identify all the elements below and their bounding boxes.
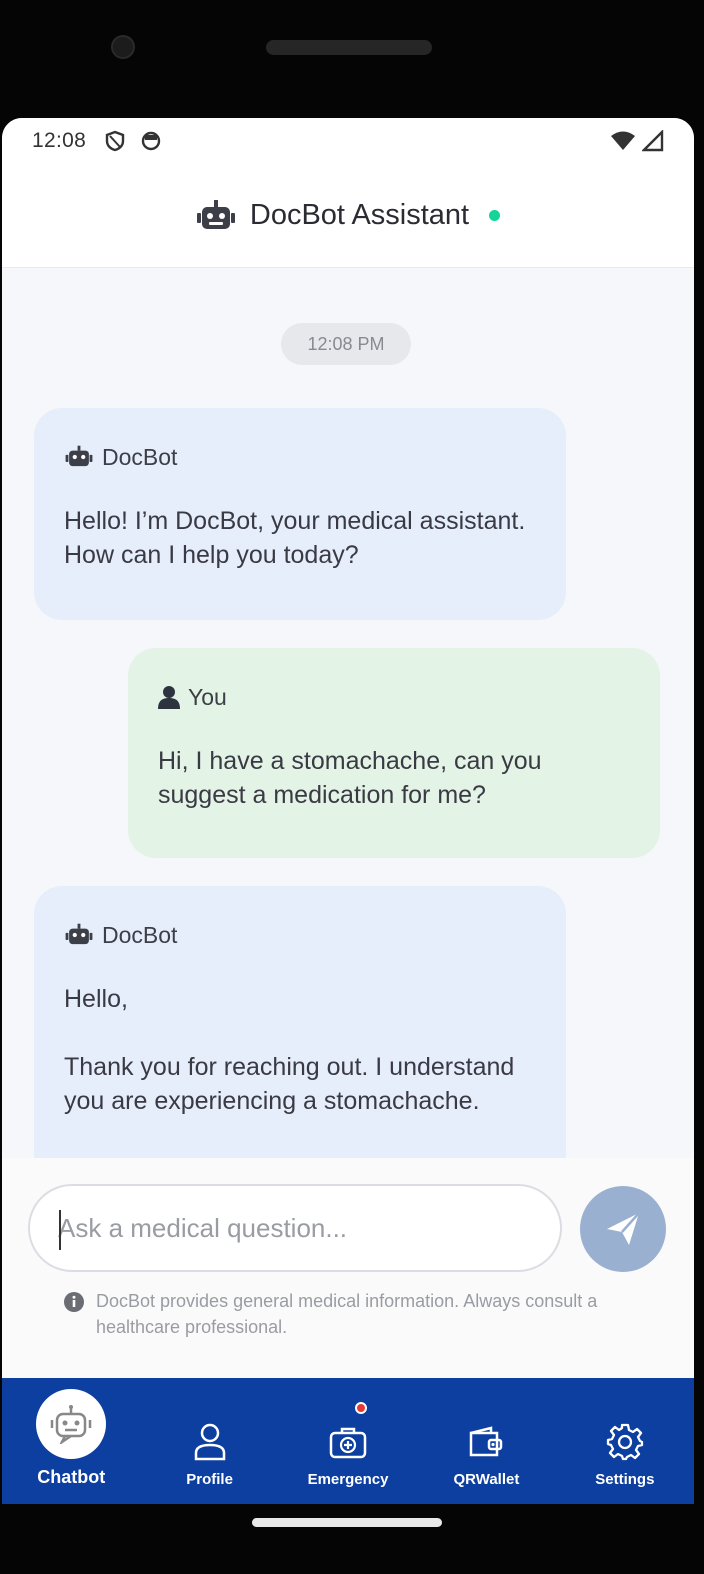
status-time: 12:08 [32,129,87,152]
disclaimer-text: DocBot provides general medical informat… [96,1291,598,1337]
sender-name: DocBot [102,444,178,470]
chat-area[interactable]: 12:08 PM DocBot Hello! I’m DocBot, your … [2,268,694,1158]
message-input[interactable] [58,1212,560,1244]
home-indicator[interactable] [252,1518,442,1527]
robot-icon [196,199,235,229]
text-caret [59,1210,61,1250]
message-text: Thank you for reaching out. I understand… [64,1053,515,1115]
status-bar: 12:08 [2,118,694,164]
sender-name: DocBot [102,922,178,948]
nav-item-qrwallet[interactable]: QRWallet [417,1378,555,1504]
nav-item-settings[interactable]: Settings [556,1378,694,1504]
message-text: Hello, [64,985,128,1013]
message-composer: DocBot provides general medical informat… [2,1158,694,1378]
nav-item-chatbot[interactable]: Chatbot [2,1378,140,1504]
message-sender: DocBot [64,440,536,474]
camera [111,35,135,59]
timestamp-pill: 12:08 PM [281,323,411,365]
info-icon [64,1292,84,1312]
send-icon [607,1212,640,1245]
robot-icon [65,923,93,945]
user-icon [158,686,180,709]
nav-label: QRWallet [453,1471,520,1488]
nav-label: Emergency [307,1471,389,1488]
user-icon [194,1423,225,1461]
app-header: DocBot Assistant [2,164,694,268]
robot-icon [65,445,93,467]
message-sender: DocBot [64,918,536,952]
disclaimer: DocBot provides general medical informat… [64,1288,624,1340]
bot-message: DocBot Hello! I’m DocBot, your medical a… [34,408,566,620]
message-text: Hello! I’m DocBot, your medical assistan… [64,507,526,569]
user-message: You Hi, I have a stomachache, can you su… [128,648,660,858]
sync-icon [141,131,161,151]
notification-badge [354,1402,367,1414]
send-button[interactable] [580,1186,666,1272]
signal-icon [642,130,664,152]
nav-item-profile[interactable]: Profile [140,1378,278,1504]
shield-icon [105,130,125,152]
online-status-dot [489,210,501,221]
message-sender: You [158,680,630,714]
nav-label: Chatbot [37,1467,106,1487]
nav-label: Settings [595,1471,655,1488]
medical-kit-icon [329,1427,367,1459]
nav-item-emergency[interactable]: Emergency [279,1378,417,1504]
message-text: Hi, I have a stomachache, can you sugges… [158,747,542,809]
bottom-navigation: Chatbot Profile Emergency QRWallet Setti… [2,1378,694,1504]
nav-label: Profile [186,1471,233,1488]
sender-name: You [188,684,227,710]
app-screen: 12:08 DocBot Assistant 12:08 PM DocBot H… [2,118,694,1504]
wifi-icon [611,131,635,150]
nav-active-indicator [36,1389,107,1459]
robot-icon [50,1405,92,1444]
page-title: DocBot Assistant [249,199,470,231]
message-input-container[interactable] [28,1184,562,1272]
gear-icon [606,1423,643,1461]
phone-frame: 12:08 DocBot Assistant 12:08 PM DocBot H… [0,0,704,1574]
speaker [266,40,432,55]
wallet-icon [470,1426,503,1457]
bot-message: DocBot Hello, Thank you for reaching out… [34,886,566,1158]
